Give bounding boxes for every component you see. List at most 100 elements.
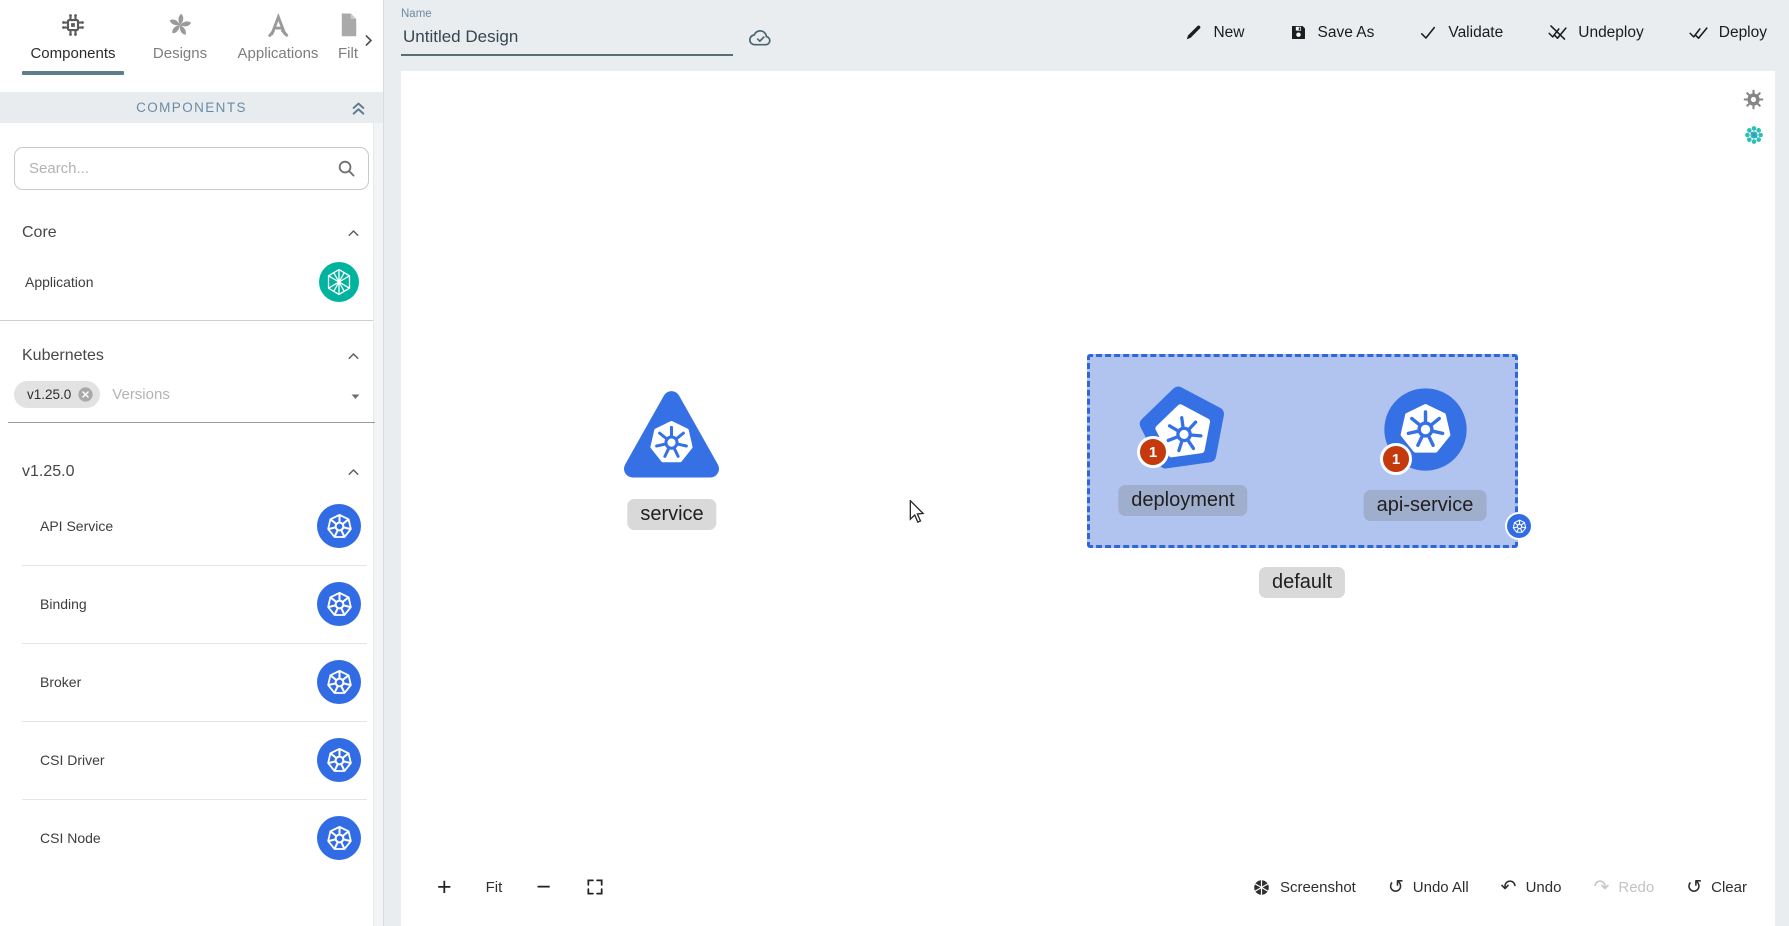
save-as-button-label: Save As	[1318, 24, 1375, 42]
screenshot-button[interactable]: Screenshot	[1252, 878, 1356, 897]
floppy-disk-icon	[1289, 23, 1308, 42]
version-chip: v1.25.0	[14, 381, 100, 408]
component-item-label: Broker	[40, 674, 81, 690]
component-item-label: CSI Driver	[40, 752, 105, 768]
dropdown-caret-icon[interactable]	[346, 387, 365, 406]
tab-designs-label: Designs	[153, 45, 207, 62]
component-item-csi-node[interactable]: CSI Node	[0, 799, 383, 877]
component-item-broker[interactable]: Broker	[0, 643, 383, 721]
node-label-service: service	[627, 499, 716, 530]
new-button[interactable]: New	[1184, 23, 1244, 42]
component-item-application[interactable]: Application	[0, 244, 383, 320]
versions-select[interactable]: v1.25.0 Versions	[8, 377, 375, 423]
node-service[interactable]	[623, 388, 720, 483]
undo-button[interactable]: ↶ Undo	[1501, 878, 1562, 897]
component-item-label: CSI Node	[40, 830, 101, 846]
tab-applications-label: Applications	[238, 45, 319, 62]
canvas-settings-gear-icon[interactable]	[1742, 88, 1765, 111]
screenshot-button-label: Screenshot	[1280, 879, 1356, 896]
deploy-button-label: Deploy	[1719, 24, 1767, 42]
component-item-binding[interactable]: Binding	[0, 565, 383, 643]
node-label-api-service: api-service	[1364, 490, 1487, 521]
chevron-up-icon	[345, 225, 362, 242]
new-button-label: New	[1213, 24, 1244, 42]
validate-button[interactable]: Validate	[1418, 23, 1503, 43]
designs-pinwheel-icon	[165, 10, 195, 40]
panel-title: COMPONENTS	[136, 100, 247, 115]
kubernetes-icon	[317, 816, 361, 860]
group-kubernetes-handle-icon[interactable]	[1507, 514, 1531, 538]
kubernetes-icon	[317, 738, 361, 782]
core-section-header[interactable]: Core	[0, 224, 383, 242]
badge-api-service-count: 1	[1380, 443, 1412, 475]
kubernetes-section-header[interactable]: Kubernetes	[0, 347, 383, 365]
main-area: Name New	[385, 0, 1789, 926]
history-controls: Screenshot ↺ Undo All ↶ Undo ↷ Redo ↺ Cl…	[1252, 878, 1747, 897]
zoom-in-button[interactable]: +	[437, 875, 452, 900]
redo-button-label: Redo	[1618, 879, 1654, 896]
search-icon[interactable]	[335, 157, 358, 180]
component-item-csi-driver[interactable]: CSI Driver	[0, 721, 383, 799]
clear-button[interactable]: ↺ Clear	[1686, 878, 1747, 897]
fullscreen-button[interactable]	[585, 877, 605, 897]
component-item-label: Binding	[40, 596, 87, 612]
kubernetes-icon	[317, 582, 361, 626]
check-icon	[1418, 23, 1438, 43]
meshery-logo-icon[interactable]	[1743, 124, 1765, 146]
components-sidebar: Components Designs	[0, 0, 384, 926]
kubernetes-section-title: Kubernetes	[22, 347, 104, 365]
clear-button-label: Clear	[1711, 879, 1747, 896]
remove-version-icon[interactable]	[76, 385, 95, 404]
undo-all-icon: ↺	[1388, 878, 1404, 897]
tab-scroll-right-icon[interactable]	[360, 32, 377, 49]
undeploy-button-label: Undeploy	[1578, 24, 1644, 42]
components-chip-icon	[58, 10, 88, 40]
redo-icon: ↷	[1593, 878, 1609, 897]
header-actions: New Save As Validate	[1184, 22, 1767, 43]
badge-deployment-count: 1	[1137, 436, 1169, 468]
name-label: Name	[401, 8, 733, 20]
save-as-button[interactable]: Save As	[1289, 23, 1375, 42]
deploy-button[interactable]: Deploy	[1688, 22, 1767, 43]
chevron-up-icon	[345, 464, 362, 481]
kubernetes-icon	[317, 504, 361, 548]
cloud-saved-icon	[747, 25, 774, 52]
kubernetes-icon	[317, 660, 361, 704]
tab-designs[interactable]: Designs	[134, 10, 226, 62]
node-label-deployment: deployment	[1118, 485, 1247, 516]
shutter-icon	[1252, 878, 1271, 897]
tab-applications[interactable]: Applications	[226, 10, 330, 62]
undo-all-button-label: Undo All	[1413, 879, 1469, 896]
group-label-default: default	[1259, 567, 1345, 598]
undo-all-button[interactable]: ↺ Undo All	[1388, 878, 1469, 897]
tab-components[interactable]: Components	[12, 10, 134, 75]
fit-button[interactable]: Fit	[486, 879, 503, 896]
components-panel-header: COMPONENTS	[0, 92, 383, 123]
design-name-input[interactable]	[401, 23, 733, 56]
chevron-up-icon	[345, 348, 362, 365]
applications-icon	[263, 10, 293, 40]
redo-button[interactable]: ↷ Redo	[1593, 878, 1654, 897]
undo-icon: ↶	[1501, 878, 1517, 897]
meshery-application-icon	[319, 262, 359, 302]
file-icon	[333, 10, 363, 40]
core-section-title: Core	[22, 224, 57, 242]
mouse-cursor	[906, 500, 928, 524]
section-divider	[0, 320, 383, 321]
collapse-panel-icon[interactable]	[348, 97, 369, 118]
undo-button-label: Undo	[1526, 879, 1562, 896]
component-list: API Service Binding Broker CSI Driver CS…	[0, 487, 383, 877]
component-item-label: API Service	[40, 518, 113, 534]
component-item-api-service[interactable]: API Service	[0, 487, 383, 565]
version-section-header[interactable]: v1.25.0	[0, 463, 383, 481]
design-canvas[interactable]: service 1 deployment	[401, 71, 1775, 926]
pencil-icon	[1184, 23, 1203, 42]
search-input[interactable]	[14, 147, 369, 190]
zoom-out-button[interactable]: −	[536, 875, 551, 900]
clear-icon: ↺	[1686, 878, 1702, 897]
undeploy-button[interactable]: Undeploy	[1547, 22, 1644, 43]
component-item-label: Application	[25, 274, 94, 290]
search-row	[14, 147, 369, 190]
sidebar-tabs: Components Designs	[0, 0, 383, 92]
zoom-controls: + Fit −	[437, 875, 605, 900]
